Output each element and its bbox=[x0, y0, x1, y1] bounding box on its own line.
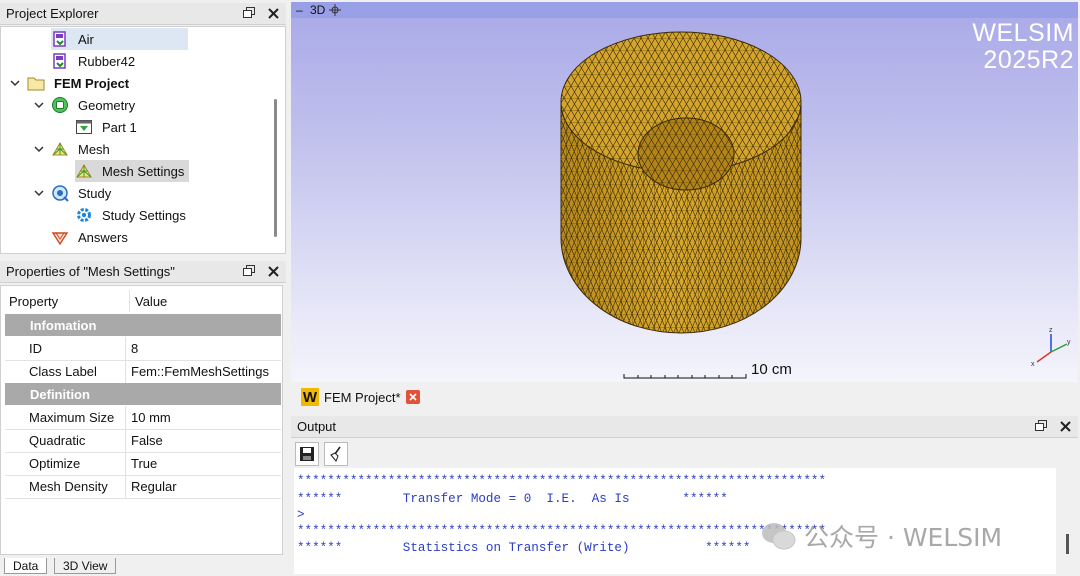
tab-3d-view[interactable]: 3D View bbox=[54, 558, 117, 574]
tree-item-study-settings[interactable]: Study Settings bbox=[75, 204, 190, 226]
output-header: Output bbox=[291, 416, 1078, 438]
close-panel-icon[interactable] bbox=[266, 263, 280, 279]
brand-line-1: WELSIM bbox=[972, 19, 1074, 47]
save-output-button[interactable] bbox=[295, 442, 319, 466]
mesh-view: z y x bbox=[560, 31, 1071, 379]
mesh-icon bbox=[52, 142, 68, 156]
material-icon bbox=[53, 53, 66, 69]
tree-item-air[interactable]: Air bbox=[51, 28, 188, 50]
property-grid: Property Value Infomation ID 8 Class Lab… bbox=[0, 285, 283, 555]
property-row-maximum-size[interactable]: Maximum Size 10 mm bbox=[5, 406, 281, 430]
study-icon bbox=[52, 185, 69, 202]
folder-icon bbox=[27, 77, 45, 91]
tab-label: FEM Project* bbox=[324, 389, 401, 405]
mesh-settings-icon bbox=[76, 164, 92, 178]
property-row-quadratic[interactable]: Quadratic False bbox=[5, 429, 281, 453]
minimize-view-icon[interactable]: – bbox=[296, 3, 303, 17]
properties-header: Properties of "Mesh Settings" bbox=[0, 261, 286, 283]
gear-icon bbox=[77, 208, 91, 222]
tree-item-mesh-settings[interactable]: Mesh Settings bbox=[75, 160, 189, 182]
scale-label: 10 cm bbox=[751, 361, 792, 378]
project-tree: Air Rubber42 FEM Project Geometry Part 1… bbox=[0, 26, 286, 254]
console-line: ****************************************… bbox=[297, 474, 827, 488]
console-line: > bbox=[297, 508, 305, 522]
property-row-class-label[interactable]: Class Label Fem::FemMeshSettings bbox=[5, 360, 281, 384]
group-infomation[interactable]: Infomation bbox=[5, 314, 281, 336]
close-tab-icon[interactable] bbox=[405, 390, 420, 404]
property-grid-header: Property Value bbox=[5, 290, 281, 312]
property-row-mesh-density[interactable]: Mesh Density Regular bbox=[5, 475, 281, 499]
float-panel-icon[interactable] bbox=[242, 263, 256, 279]
console-line: ****** Transfer Mode = 0 I.E. As Is ****… bbox=[297, 492, 728, 506]
output-panel: Output ˜ *******************************… bbox=[291, 416, 1078, 576]
broom-icon bbox=[330, 446, 341, 462]
svg-text:y: y bbox=[1067, 339, 1071, 346]
chevron-down-icon[interactable] bbox=[33, 99, 45, 111]
console-line: ****************************************… bbox=[297, 524, 827, 538]
tree-item-study[interactable]: Study bbox=[51, 182, 115, 204]
tree-scrollbar[interactable] bbox=[274, 99, 277, 237]
tab-data[interactable]: Data bbox=[4, 558, 48, 574]
chevron-down-icon[interactable] bbox=[9, 77, 21, 89]
close-panel-icon[interactable] bbox=[1058, 418, 1072, 434]
brand-title: WELSIM 2025R2 bbox=[972, 20, 1074, 74]
clear-output-button[interactable] bbox=[324, 442, 348, 466]
crosshair-icon[interactable] bbox=[329, 4, 341, 16]
tab-fem-project[interactable]: W FEM Project* bbox=[301, 385, 420, 409]
close-panel-icon[interactable] bbox=[266, 5, 280, 21]
tree-item-mesh[interactable]: Mesh bbox=[51, 138, 114, 160]
scale-bar bbox=[623, 374, 747, 379]
brand-line-2: 2025R2 bbox=[983, 46, 1074, 74]
tree-item-rubber42[interactable]: Rubber42 bbox=[51, 50, 139, 72]
tree-item-part-1[interactable]: Part 1 bbox=[75, 116, 141, 138]
tree-item-geometry[interactable]: Geometry bbox=[51, 94, 139, 116]
output-title: Output bbox=[297, 419, 337, 434]
properties-title: Properties of "Mesh Settings" bbox=[6, 264, 175, 279]
material-icon bbox=[53, 31, 66, 47]
output-console[interactable]: ˜ **************************************… bbox=[294, 468, 1056, 574]
group-definition[interactable]: Definition bbox=[5, 383, 281, 405]
tree-item-fem-project[interactable]: FEM Project bbox=[27, 72, 133, 94]
watermark: 公众号 · WELSIM bbox=[760, 518, 1002, 554]
view-mode-label[interactable]: 3D bbox=[310, 3, 325, 17]
project-explorer-title: Project Explorer bbox=[6, 6, 99, 21]
svg-text:z: z bbox=[1049, 327, 1053, 334]
chevron-down-icon[interactable] bbox=[33, 187, 45, 199]
document-tab-bar: W FEM Project* bbox=[291, 383, 1078, 411]
3d-viewport[interactable]: z y x 3D – WELSIM 2025R2 10 cm bbox=[291, 2, 1078, 382]
property-row-id[interactable]: ID 8 bbox=[5, 337, 281, 361]
wechat-icon bbox=[762, 523, 796, 550]
viewport-strip bbox=[291, 2, 1078, 18]
project-explorer-header: Project Explorer bbox=[0, 3, 286, 25]
svg-text:x: x bbox=[1031, 361, 1035, 368]
welsim-icon: W bbox=[301, 388, 319, 406]
property-row-optimize[interactable]: Optimize True bbox=[5, 452, 281, 476]
col-property: Property bbox=[5, 290, 130, 312]
answers-icon bbox=[51, 232, 69, 246]
console-scrollbar[interactable] bbox=[1066, 534, 1069, 554]
geometry-icon bbox=[52, 97, 68, 113]
float-panel-icon[interactable] bbox=[1034, 418, 1048, 434]
axis-triad-icon[interactable]: z y x bbox=[1031, 327, 1071, 368]
float-panel-icon[interactable] bbox=[242, 5, 256, 21]
part-icon bbox=[76, 120, 92, 134]
save-icon bbox=[300, 447, 314, 461]
chevron-down-icon[interactable] bbox=[33, 143, 45, 155]
tree-item-answers[interactable]: Answers bbox=[51, 226, 132, 248]
col-value: Value bbox=[135, 293, 168, 309]
console-line: ****** Statistics on Transfer (Write) **… bbox=[297, 541, 751, 555]
